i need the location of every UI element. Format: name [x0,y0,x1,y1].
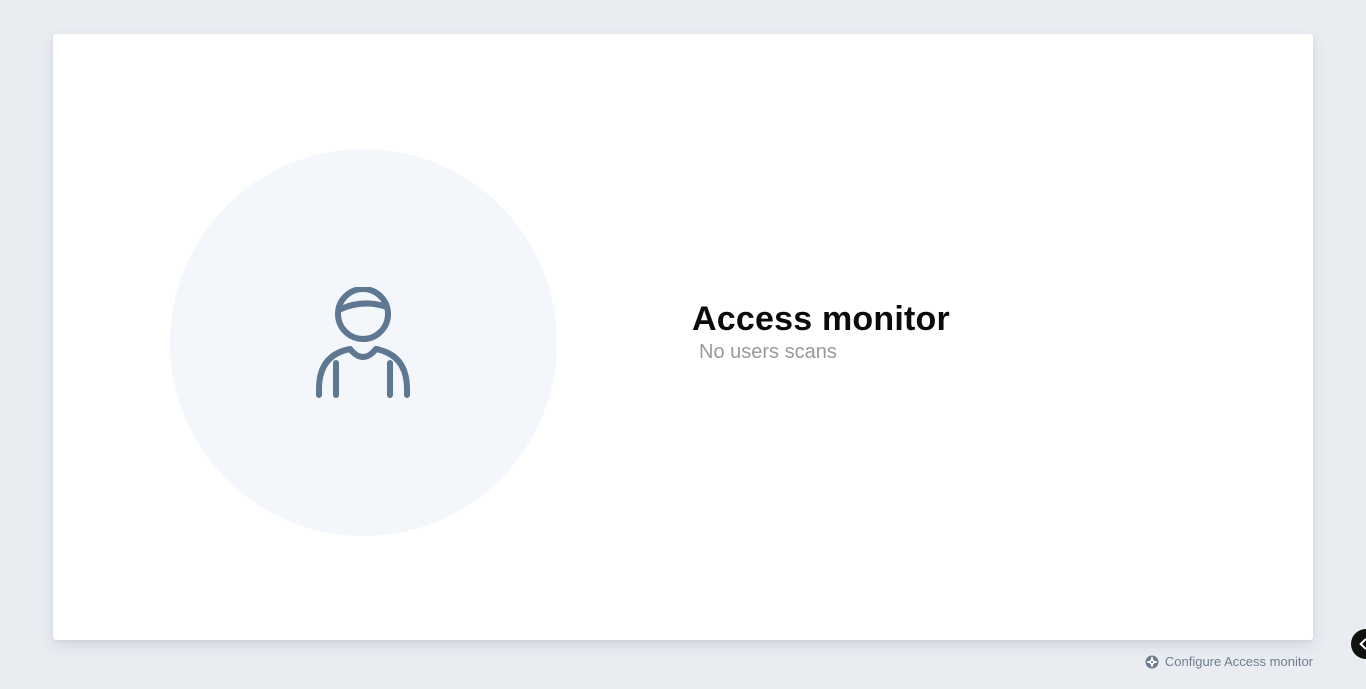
user-icon [315,286,410,398]
access-monitor-card: Access monitor No users scans [53,34,1313,640]
side-panel-toggle[interactable] [1351,629,1366,659]
page-title: Access monitor [692,300,950,338]
empty-state-message: No users scans [699,341,837,363]
gear-icon [1145,655,1159,668]
configure-access-monitor-link[interactable]: Configure Access monitor [1145,654,1313,669]
empty-state-illustration [170,149,557,536]
empty-state-text: Access monitor No users scans [692,298,950,364]
configure-access-monitor-label: Configure Access monitor [1164,654,1313,669]
